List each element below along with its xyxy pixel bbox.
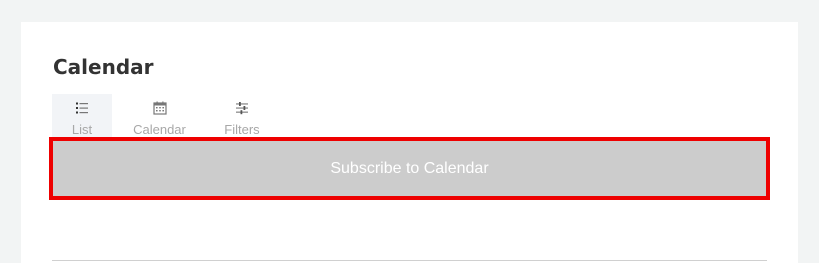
tab-calendar[interactable]: Calendar <box>112 94 207 138</box>
tab-filters[interactable]: Filters <box>207 94 277 138</box>
tab-list[interactable]: List <box>52 94 112 138</box>
view-tabs: List Calendar Filters <box>52 94 277 138</box>
subscribe-calendar-button[interactable]: Subscribe to Calendar <box>49 137 770 200</box>
sliders-icon <box>236 102 248 115</box>
tab-filters-label: Filters <box>224 122 260 137</box>
calendar-icon <box>152 101 167 115</box>
tab-list-label: List <box>71 122 93 137</box>
page-title: Calendar <box>53 55 154 79</box>
tab-calendar-label: Calendar <box>133 122 186 137</box>
list-icon <box>76 102 88 114</box>
subscribe-calendar-label: Subscribe to Calendar <box>330 159 489 177</box>
content-divider <box>52 260 767 261</box>
